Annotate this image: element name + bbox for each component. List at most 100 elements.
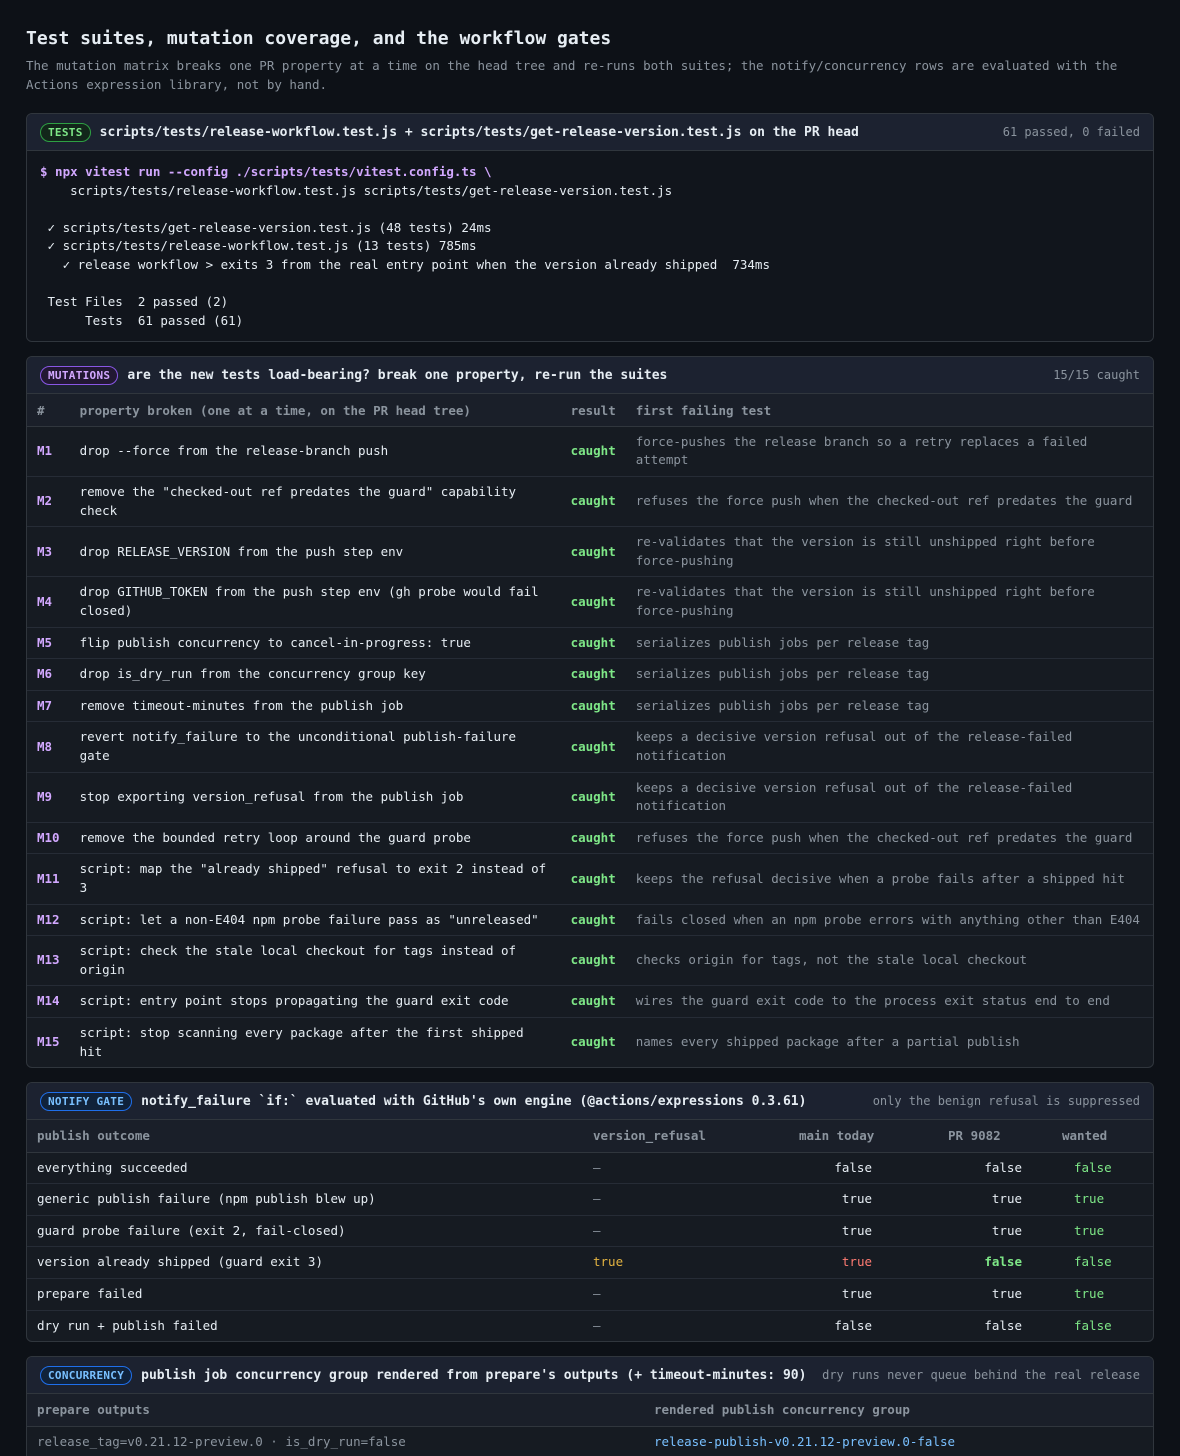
mutation-id: M15 bbox=[37, 1034, 60, 1050]
main-today-value: true bbox=[789, 1215, 938, 1248]
publish-outcome: version already shipped (guard exit 3) bbox=[27, 1246, 583, 1279]
main-today-value: true bbox=[789, 1246, 938, 1279]
mutation-result: caught bbox=[560, 822, 626, 855]
mutation-result: caught bbox=[560, 772, 626, 823]
version-refusal-value: — bbox=[583, 1215, 789, 1248]
pr-value: true bbox=[938, 1278, 1052, 1311]
mutation-first-failing-test: refuses the force push when the checked-… bbox=[625, 822, 1153, 855]
mutation-row: M13 script: check the stale local checkou… bbox=[27, 935, 1153, 987]
mutations-badge: MUTATIONS bbox=[40, 365, 119, 385]
mutation-row: M14 script: entry point stops propagating… bbox=[27, 985, 1153, 1018]
tests-summary: 61 passed, 0 failed bbox=[1002, 125, 1140, 139]
mutations-header-row: # property broken (one at a time, on the… bbox=[27, 394, 1153, 427]
mutation-result: caught bbox=[560, 476, 626, 528]
version-refusal-value: true bbox=[583, 1246, 789, 1279]
mutation-result: caught bbox=[560, 853, 626, 905]
mutation-property: revert notify_failure to the uncondition… bbox=[69, 721, 561, 773]
mutation-row: M11 script: map the "already shipped" ref… bbox=[27, 853, 1153, 905]
mutation-id: M10 bbox=[27, 822, 70, 855]
test-output-line: ✓ scripts/tests/get-release-version.test… bbox=[40, 219, 492, 235]
mutation-property: drop RELEASE_VERSION from the push step … bbox=[69, 526, 561, 578]
mutation-id: M6 bbox=[27, 658, 70, 691]
publish-outcome: generic publish failure (npm publish ble… bbox=[27, 1183, 583, 1216]
mutation-row: M1 drop --force from the release-branch p… bbox=[27, 426, 1153, 478]
notify-row: guard probe failure (exit 2, fail-closed… bbox=[27, 1215, 1153, 1248]
mutation-property: remove the bounded retry loop around the… bbox=[69, 822, 561, 855]
mutation-first-failing-test: names every shipped package after a part… bbox=[635, 1034, 1020, 1050]
mutation-id: M3 bbox=[27, 526, 70, 578]
notify-table: publish outcome version_refusal main tod… bbox=[27, 1120, 1153, 1341]
mutations-summary: 15/15 caught bbox=[1053, 368, 1140, 383]
mutation-id: M7 bbox=[27, 690, 70, 723]
mutation-first-failing-test: re-validates that the version is still u… bbox=[625, 576, 1153, 628]
main-today-value: false bbox=[789, 1152, 938, 1185]
mutation-property: drop is_dry_run from the concurrency gro… bbox=[69, 658, 561, 691]
mutation-id: M13 bbox=[27, 935, 70, 987]
mutation-property: script: let a non-E404 npm probe failure… bbox=[69, 904, 561, 937]
notify-row: prepare failed — true true true bbox=[27, 1278, 1153, 1311]
mutation-property: script: map the "already shipped" refusa… bbox=[69, 853, 561, 905]
mutation-row: M8 revert notify_failure to the unconditi… bbox=[27, 721, 1153, 773]
col-main-today: main today bbox=[789, 1120, 938, 1153]
mutation-row: M3 drop RELEASE_VERSION from the push ste… bbox=[27, 526, 1153, 578]
prepare-outputs: release_tag=v0.21.12-preview.0 · is_dry_… bbox=[27, 1426, 644, 1456]
mutation-result: caught bbox=[570, 1034, 616, 1050]
mutation-row: M9 stop exporting version_refusal from th… bbox=[27, 772, 1153, 823]
col-property: property broken (one at a time, on the P… bbox=[69, 394, 561, 427]
mutation-result: caught bbox=[560, 658, 626, 691]
mutation-first-failing-test: keeps the refusal decisive when a probe … bbox=[625, 853, 1153, 905]
publish-outcome: prepare failed bbox=[27, 1278, 583, 1311]
pr-value: false bbox=[984, 1317, 1022, 1333]
test-output-line: Tests 61 passed (61) bbox=[40, 312, 244, 328]
col-id: # bbox=[27, 394, 70, 427]
concurrency-panel-header: CONCURRENCY publish job concurrency grou… bbox=[27, 1357, 1153, 1395]
col-concurrency-group: rendered publish concurrency group bbox=[644, 1394, 1153, 1427]
pr-value: true bbox=[938, 1215, 1052, 1248]
concurrency-panel: CONCURRENCY publish job concurrency grou… bbox=[26, 1356, 1154, 1456]
notify-summary: only the benign refusal is suppressed bbox=[872, 1094, 1140, 1109]
mutation-id: M12 bbox=[27, 904, 70, 937]
mutation-result: caught bbox=[560, 627, 626, 660]
wanted-value: false bbox=[1074, 1317, 1112, 1333]
mutation-id: M2 bbox=[27, 476, 70, 528]
version-refusal-value: — bbox=[583, 1278, 789, 1311]
mutation-row: M2 remove the "checked-out ref predates t… bbox=[27, 476, 1153, 528]
notify-row: everything succeeded — false false false bbox=[27, 1152, 1153, 1185]
mutation-id: M14 bbox=[27, 985, 70, 1018]
concurrency-group-value: release-publish-v0.21.12-preview.0-false bbox=[644, 1426, 1153, 1456]
concurrency-row: release_tag=v0.21.12-preview.0 · is_dry_… bbox=[27, 1426, 1153, 1456]
mutation-id: M4 bbox=[27, 576, 70, 628]
notify-gate-panel: NOTIFY GATE notify_failure `if:` evaluat… bbox=[26, 1082, 1154, 1343]
mutation-first-failing-test: wires the guard exit code to the process… bbox=[625, 985, 1153, 1018]
col-wanted: wanted bbox=[1052, 1120, 1153, 1153]
test-output-line: ✓ release workflow > exits 3 from the re… bbox=[40, 256, 770, 272]
mutation-first-failing-test: keeps a decisive version refusal out of … bbox=[625, 772, 1153, 823]
mutation-result: caught bbox=[560, 721, 626, 773]
mutation-property: flip publish concurrency to cancel-in-pr… bbox=[69, 627, 561, 660]
mutation-property: remove the "checked-out ref predates the… bbox=[69, 476, 561, 528]
mutation-first-failing-test: fails closed when an npm probe errors wi… bbox=[625, 904, 1153, 937]
mutation-id: M1 bbox=[27, 426, 70, 478]
test-output-line: ✓ scripts/tests/release-workflow.test.js… bbox=[40, 238, 477, 254]
concurrency-table: prepare outputs rendered publish concurr… bbox=[27, 1394, 1153, 1456]
mutation-row: M12 script: let a non-E404 npm probe fail… bbox=[27, 904, 1153, 937]
mutation-result: caught bbox=[560, 426, 626, 478]
mutation-result: caught bbox=[560, 690, 626, 723]
page-title: Test suites, mutation coverage, and the … bbox=[26, 28, 612, 49]
mutation-result: caught bbox=[560, 985, 626, 1018]
mutation-result: caught bbox=[560, 904, 626, 937]
col-version-refusal: version_refusal bbox=[583, 1120, 789, 1153]
mutation-row: M10 remove the bounded retry loop around … bbox=[27, 822, 1153, 855]
mutation-id: M5 bbox=[27, 627, 70, 660]
mutation-first-failing-test: serializes publish jobs per release tag bbox=[625, 690, 1153, 723]
mutation-property: script: stop scanning every package afte… bbox=[79, 1024, 524, 1059]
mutation-result: caught bbox=[560, 526, 626, 578]
col-publish-outcome: publish outcome bbox=[27, 1120, 583, 1153]
mutation-property: script: check the stale local checkout f… bbox=[69, 935, 561, 987]
concurrency-panel-title: publish job concurrency group rendered f… bbox=[141, 1367, 807, 1383]
tests-panel: TESTS scripts/tests/release-workflow.tes… bbox=[26, 113, 1154, 343]
mutation-row: M5 flip publish concurrency to cancel-in-… bbox=[27, 627, 1153, 660]
version-refusal-value: — bbox=[583, 1183, 789, 1216]
mutation-first-failing-test: serializes publish jobs per release tag bbox=[625, 658, 1153, 691]
mutations-table: # property broken (one at a time, on the… bbox=[27, 394, 1153, 1067]
